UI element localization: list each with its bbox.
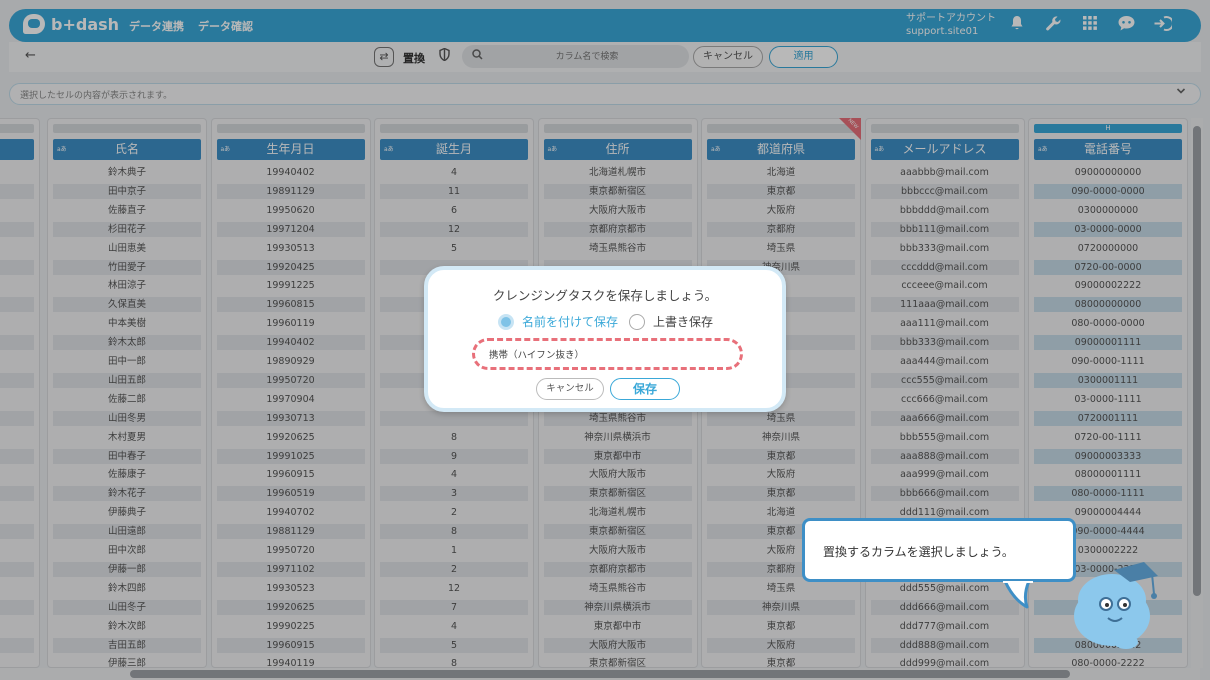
radio-overwrite[interactable]: 上書き保存 [629, 313, 713, 330]
dialog-save-button[interactable]: 保存 [610, 378, 680, 400]
dialog-cancel-button[interactable]: キャンセル [536, 378, 604, 400]
save-task-dialog: クレンジングタスクを保存しましょう。 名前を付けて保存 上書き保存 キャンセル … [424, 266, 786, 412]
guide-tooltip: 置換するカラムを選択しましょう。 [802, 518, 1076, 609]
radio-selected-icon [498, 313, 514, 330]
radio-save-as-new-label: 名前を付けて保存 [522, 315, 619, 329]
radio-save-as-new[interactable]: 名前を付けて保存 [498, 313, 618, 330]
tooltip-tail-icon [1003, 581, 1033, 609]
guide-tooltip-text: 置換するカラムを選択しましょう。 [823, 545, 1014, 559]
task-name-input[interactable] [472, 338, 743, 370]
mascot-character-icon [1074, 562, 1158, 649]
radio-unselected-icon [629, 313, 645, 330]
dialog-title: クレンジングタスクを保存しましょう。 [492, 288, 718, 303]
radio-overwrite-label: 上書き保存 [653, 315, 714, 329]
